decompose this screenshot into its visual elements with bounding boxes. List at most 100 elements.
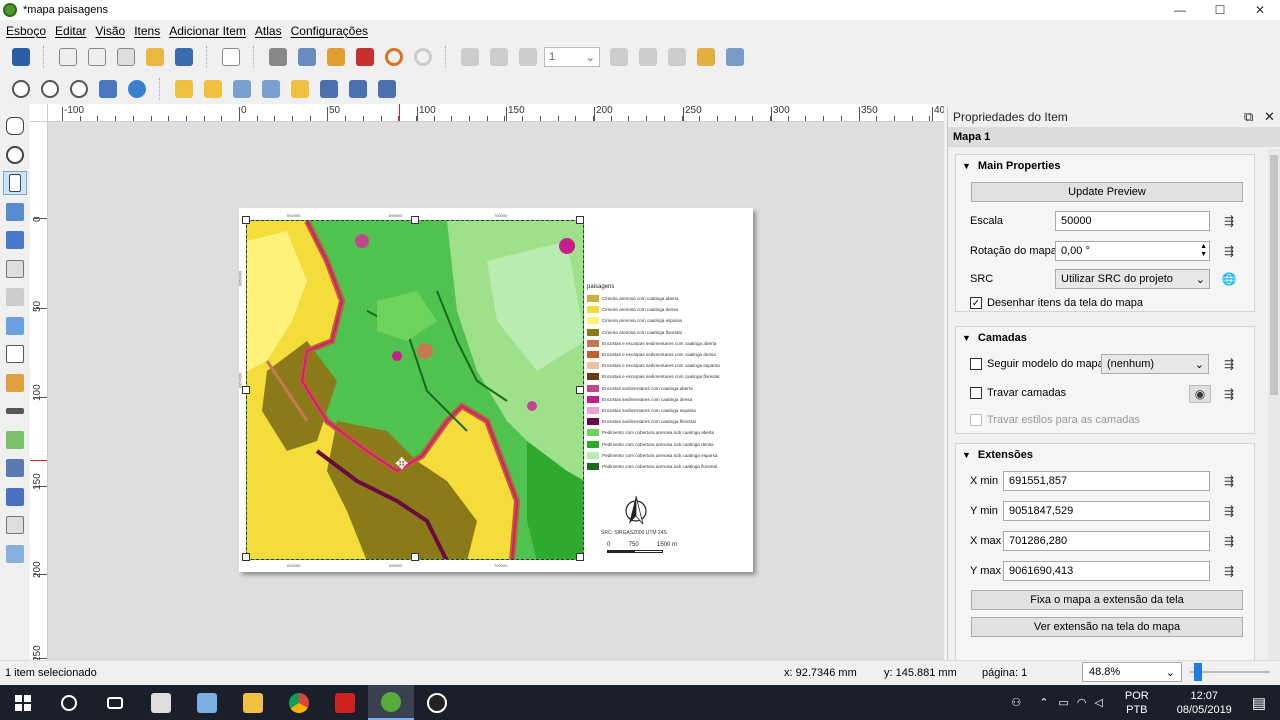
language-indicator[interactable]: POR PTB xyxy=(1125,689,1149,717)
file-explorer-app[interactable] xyxy=(230,685,276,720)
select-tool[interactable] xyxy=(3,171,27,195)
scalebar-item[interactable]: 0 750 1500 m xyxy=(607,542,677,553)
add-map-tool[interactable] xyxy=(3,257,27,281)
prev-feature-button[interactable] xyxy=(515,45,541,69)
desenhar-checkbox[interactable]: ✓ xyxy=(970,297,982,309)
extensoes-header[interactable]: ▼ Extensões xyxy=(956,444,1254,466)
task-view-button[interactable] xyxy=(92,685,138,720)
desenhar-checkbox-row[interactable]: ✓ Desenhar itens da tela do mapa xyxy=(970,297,1143,309)
align-button[interactable] xyxy=(287,77,313,101)
camadas-header[interactable]: ▼ Camadas xyxy=(956,327,1254,349)
zoom-in-button[interactable] xyxy=(8,77,34,101)
add-legend-tool[interactable] xyxy=(3,371,27,395)
move-content-tool[interactable] xyxy=(3,200,27,224)
resize-handle-s[interactable] xyxy=(411,553,419,561)
qgis-app[interactable] xyxy=(368,685,414,720)
data-defined-override-icon[interactable]: ⇶ xyxy=(1218,562,1240,580)
duplicate-layout-button[interactable] xyxy=(84,45,110,69)
wifi-icon[interactable]: ◠ xyxy=(1077,696,1087,709)
add-3d-map-tool[interactable] xyxy=(3,285,27,309)
resize-button[interactable] xyxy=(374,77,400,101)
export-pdf-button[interactable] xyxy=(352,45,378,69)
volume-icon[interactable]: ◁ xyxy=(1094,696,1102,709)
crs-label[interactable]: SRC: SIRGAS2000 UTM 24S xyxy=(601,530,667,536)
menu-atlas[interactable]: Atlas xyxy=(255,24,282,38)
menu-configuracoes[interactable]: Configurações xyxy=(291,24,368,38)
data-defined-override-icon[interactable]: ⇶ xyxy=(1218,242,1240,260)
zoom-tool[interactable] xyxy=(3,143,27,167)
search-button[interactable] xyxy=(46,685,92,720)
lower-button[interactable] xyxy=(258,77,284,101)
save-project-button[interactable] xyxy=(8,45,34,69)
xmin-input[interactable]: 691551,857 xyxy=(1003,471,1210,491)
maximize-button[interactable]: ☐ xyxy=(1200,0,1240,20)
refresh-button[interactable] xyxy=(124,77,150,101)
minimize-button[interactable]: — xyxy=(1160,0,1200,20)
notifications-icon[interactable]: ▤ xyxy=(1252,694,1266,712)
print-button[interactable] xyxy=(265,45,291,69)
data-defined-override-icon[interactable]: ⇶ xyxy=(1218,472,1240,490)
resize-handle-n[interactable] xyxy=(411,216,419,224)
new-page-button[interactable] xyxy=(218,45,244,69)
group-button[interactable] xyxy=(171,77,197,101)
data-defined-override-icon[interactable]: ⇶ xyxy=(1218,355,1240,373)
add-label-tool[interactable] xyxy=(3,342,27,366)
main-properties-header[interactable]: ▼ Main Properties xyxy=(956,155,1254,177)
add-polyline-tool[interactable] xyxy=(3,485,27,509)
resize-handle-sw[interactable] xyxy=(242,553,250,561)
data-defined-override-icon[interactable]: ⇶ xyxy=(1218,532,1240,550)
ymin-input[interactable]: 9051847,529 xyxy=(1003,501,1210,521)
atlas-page-select[interactable]: 1 ⌄ xyxy=(544,47,600,67)
export-svg-button[interactable] xyxy=(323,45,349,69)
raise-button[interactable] xyxy=(229,77,255,101)
escala-input[interactable]: 50000 xyxy=(1055,211,1210,231)
acrobat-app[interactable] xyxy=(322,685,368,720)
fixa-extent-button[interactable]: Fixa o mapa a extensão da tela xyxy=(971,590,1243,610)
panel-scrollbar[interactable] xyxy=(1268,149,1280,660)
ymax-input[interactable]: 9061690,413 xyxy=(1003,561,1210,581)
add-scalebar-tool[interactable] xyxy=(3,399,27,423)
zoom-select[interactable]: 48.8% ⌄ xyxy=(1082,662,1182,682)
chrome-app[interactable] xyxy=(276,685,322,720)
redo-button[interactable] xyxy=(410,45,436,69)
update-preview-button[interactable]: Update Preview xyxy=(971,182,1243,202)
zoom-full-button[interactable] xyxy=(95,77,121,101)
spinbox-arrows-icon[interactable]: ▲ ▼ xyxy=(1200,243,1207,259)
map-item[interactable]: ✥ xyxy=(246,220,584,560)
zoom-slider[interactable] xyxy=(1190,663,1270,681)
legend-item[interactable]: paisagens Cimeira arenosa com caatinga a… xyxy=(587,284,757,472)
close-button[interactable]: ✕ xyxy=(1240,0,1280,20)
src-select[interactable]: Utilizar SRC do projeto ⌄ xyxy=(1055,269,1210,289)
seguir-checkbox[interactable] xyxy=(970,358,982,370)
distribute-button[interactable] xyxy=(345,77,371,101)
new-layout-button[interactable] xyxy=(55,45,81,69)
menu-itens[interactable]: Itens xyxy=(134,24,160,38)
open-template-button[interactable] xyxy=(142,45,168,69)
add-arrow-tool[interactable] xyxy=(3,456,27,480)
atlas-preview-button[interactable] xyxy=(457,45,483,69)
layout-manager-button[interactable] xyxy=(113,45,139,69)
ver-extent-button[interactable]: Ver extensão na tela do mapa xyxy=(971,617,1243,637)
export-atlas-button[interactable] xyxy=(693,45,719,69)
pan-tool[interactable] xyxy=(3,114,27,138)
export-image-button[interactable] xyxy=(294,45,320,69)
xmax-input[interactable]: 701286,280 xyxy=(1003,531,1210,551)
zoom-slider-thumb[interactable] xyxy=(1194,663,1202,681)
undo-button[interactable] xyxy=(381,45,407,69)
align-left-button[interactable] xyxy=(316,77,342,101)
north-arrow-icon[interactable] xyxy=(621,494,651,528)
travar-checkbox-row[interactable]: Travar camadas xyxy=(970,387,1066,399)
data-defined-override-icon[interactable]: ⇶ xyxy=(1218,502,1240,520)
zoom-100-button[interactable] xyxy=(66,77,92,101)
next-feature-button[interactable] xyxy=(606,45,632,69)
atlas-settings-button[interactable] xyxy=(722,45,748,69)
resize-handle-se[interactable] xyxy=(576,553,584,561)
people-icon[interactable]: ⚇ xyxy=(1011,696,1021,709)
zoom-out-button[interactable] xyxy=(37,77,63,101)
tray-chevron-up-icon[interactable]: ⌃ xyxy=(1039,696,1048,709)
add-html-tool[interactable] xyxy=(3,513,27,537)
map-theme-select[interactable]: (nenhum) ⌄ xyxy=(1101,354,1209,374)
crs-selector-icon[interactable]: 🌐 xyxy=(1218,270,1240,288)
resize-handle-nw[interactable] xyxy=(242,216,250,224)
menu-visao[interactable]: Visão xyxy=(95,24,125,38)
